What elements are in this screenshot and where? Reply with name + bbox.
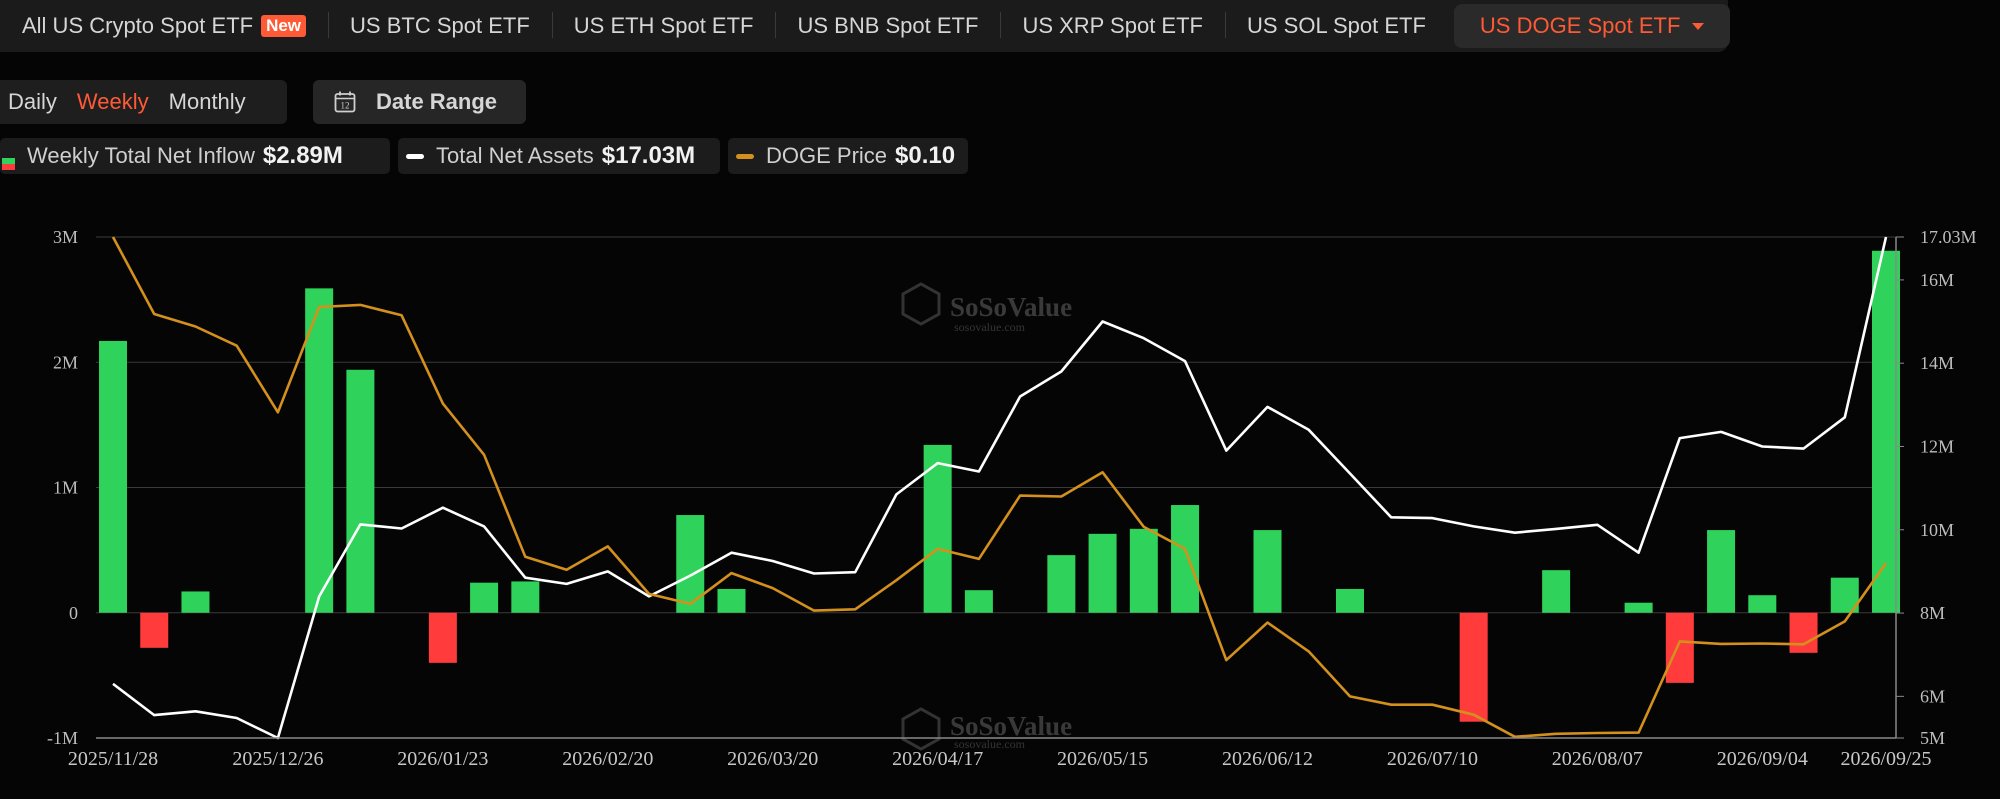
x-tick-label: 2026/06/12 xyxy=(1222,748,1313,770)
tab-label: US SOL Spot ETF xyxy=(1246,13,1426,38)
tab-label: US ETH Spot ETF xyxy=(573,13,754,38)
inflow-bar[interactable] xyxy=(1459,612,1488,722)
inflow-bar[interactable] xyxy=(717,588,746,613)
tab-eth[interactable]: US ETH Spot ETF xyxy=(551,0,776,52)
inflow-bar[interactable] xyxy=(676,515,705,613)
new-badge: New xyxy=(261,15,307,37)
tab-btc[interactable]: US BTC Spot ETF xyxy=(328,0,552,52)
date-range-button[interactable]: 12 Date Range xyxy=(313,80,526,124)
calendar-icon-text: 12 xyxy=(341,101,350,111)
legend-inflow[interactable]: Weekly Total Net Inflow $2.89M xyxy=(0,138,390,174)
y-left-tick-label: 0 xyxy=(69,603,78,623)
tab-label: US XRP Spot ETF xyxy=(1022,13,1203,38)
inflow-bar[interactable] xyxy=(140,612,169,648)
x-tick-label: 2026/05/15 xyxy=(1057,748,1148,770)
period-selector: Daily Weekly Monthly xyxy=(0,80,287,124)
watermark-brand: SoSoValue xyxy=(950,292,1072,322)
y-right-tick-label: 5M xyxy=(1920,728,1945,748)
x-tick-label: 2026/01/23 xyxy=(397,748,488,770)
doge-price-line xyxy=(111,236,1888,739)
legend-assets-label: Total Net Assets xyxy=(436,143,594,168)
total-net-assets-line xyxy=(112,236,1888,740)
x-tick-label: 2026/02/20 xyxy=(562,748,653,770)
inflow-bar[interactable] xyxy=(923,444,952,613)
inflow-bar[interactable] xyxy=(1253,530,1282,613)
inflow-bar[interactable] xyxy=(1872,250,1900,613)
tab-bnb[interactable]: US BNB Spot ETF xyxy=(775,0,1000,52)
tab-xrp[interactable]: US XRP Spot ETF xyxy=(1000,0,1225,52)
tab-all-us-crypto[interactable]: All US Crypto Spot ETF New xyxy=(0,0,328,52)
inflow-bar[interactable] xyxy=(1789,612,1818,653)
tab-sol[interactable]: US SOL Spot ETF xyxy=(1224,0,1448,52)
inflow-bar[interactable] xyxy=(1624,602,1653,613)
y-right-tick-label: 6M xyxy=(1920,686,1945,706)
calendar-icon: 12 xyxy=(334,91,356,113)
flow-chart: SoSoValue sosovalue.com SoSoValue sosova… xyxy=(47,227,1977,770)
y-left-tick-label: 2M xyxy=(53,352,78,372)
inflow-bar[interactable] xyxy=(511,581,540,613)
legend-price-value: $0.10 xyxy=(895,142,956,169)
inflow-bar[interactable] xyxy=(1830,577,1859,613)
x-tick-label: 2026/03/20 xyxy=(727,748,818,770)
legend-assets[interactable]: Total Net Assets $17.03M xyxy=(398,138,720,174)
inflow-bar[interactable] xyxy=(1748,595,1777,613)
x-tick-label: 2026/09/25 xyxy=(1840,748,1931,770)
y-right-tick-label: 8M xyxy=(1920,603,1945,623)
assets-line-icon xyxy=(406,153,424,159)
y-left-tick-label: 3M xyxy=(53,227,78,247)
inflow-bar[interactable] xyxy=(1171,505,1200,613)
period-daily[interactable]: Daily xyxy=(0,89,69,115)
caret-down-icon xyxy=(1692,22,1705,30)
date-range-label: Date Range xyxy=(376,89,498,114)
y-right-tick-label: 12M xyxy=(1920,436,1954,456)
tab-label: All US Crypto Spot ETF xyxy=(22,13,254,38)
inflow-bar[interactable] xyxy=(99,340,127,613)
inflow-bar[interactable] xyxy=(181,591,210,613)
inflow-bar[interactable] xyxy=(1047,555,1076,613)
watermark-top: SoSoValue sosovalue.com xyxy=(901,282,1072,334)
x-tick-label: 2026/07/10 xyxy=(1387,748,1478,770)
watermark-url: sosovalue.com xyxy=(954,737,1026,751)
inflow-bar[interactable] xyxy=(1707,530,1736,613)
y-right-tick-label: 14M xyxy=(1920,353,1954,373)
y-right-tick-label: 16M xyxy=(1920,270,1954,290)
y-right-tick-label: 17.03M xyxy=(1920,227,1977,247)
inflow-bar[interactable] xyxy=(428,612,457,663)
y-left-tick-label: 1M xyxy=(53,478,78,498)
x-tick-label: 2025/11/28 xyxy=(68,748,158,770)
period-weekly[interactable]: Weekly xyxy=(69,89,161,115)
inflow-bar[interactable] xyxy=(470,582,499,613)
tab-doge[interactable]: US DOGE Spot ETF xyxy=(1453,4,1731,48)
tab-label: US DOGE Spot ETF xyxy=(1479,13,1681,38)
inflow-bar[interactable] xyxy=(1129,528,1158,613)
legend-price[interactable]: DOGE Price $0.10 xyxy=(728,138,968,174)
y-left-tick-label: -1M xyxy=(47,728,78,748)
inflow-bar[interactable] xyxy=(1665,612,1694,683)
legend-price-label: DOGE Price xyxy=(766,143,888,168)
inflow-swatch-icon xyxy=(2,150,15,170)
watermark-url: sosovalue.com xyxy=(954,320,1026,334)
x-tick-label: 2026/04/17 xyxy=(892,748,983,770)
price-line-icon xyxy=(736,153,754,159)
legend-assets-value: $17.03M xyxy=(601,142,696,169)
inflow-bar[interactable] xyxy=(1088,533,1117,613)
inflow-bar[interactable] xyxy=(964,590,993,613)
x-tick-label: 2026/08/07 xyxy=(1552,748,1643,770)
inflow-bar[interactable] xyxy=(346,369,375,613)
y-right-tick-label: 10M xyxy=(1920,520,1954,540)
x-tick-label: 2025/12/26 xyxy=(232,748,323,770)
period-monthly[interactable]: Monthly xyxy=(161,89,258,115)
inflow-bar[interactable] xyxy=(1335,588,1364,613)
legend-inflow-label: Weekly Total Net Inflow xyxy=(27,143,255,168)
tab-label: US BNB Spot ETF xyxy=(797,13,979,38)
legend-inflow-value: $2.89M xyxy=(262,142,343,169)
inflow-bar[interactable] xyxy=(305,288,334,613)
watermark-brand: SoSoValue xyxy=(950,711,1072,741)
watermark-bottom: SoSoValue sosovalue.com xyxy=(901,707,1072,751)
etf-tab-bar: All US Crypto Spot ETF New US BTC Spot ET… xyxy=(0,0,1731,52)
inflow-bar[interactable] xyxy=(1542,570,1571,613)
x-tick-label: 2026/09/04 xyxy=(1717,748,1808,770)
tab-label: US BTC Spot ETF xyxy=(350,13,530,38)
